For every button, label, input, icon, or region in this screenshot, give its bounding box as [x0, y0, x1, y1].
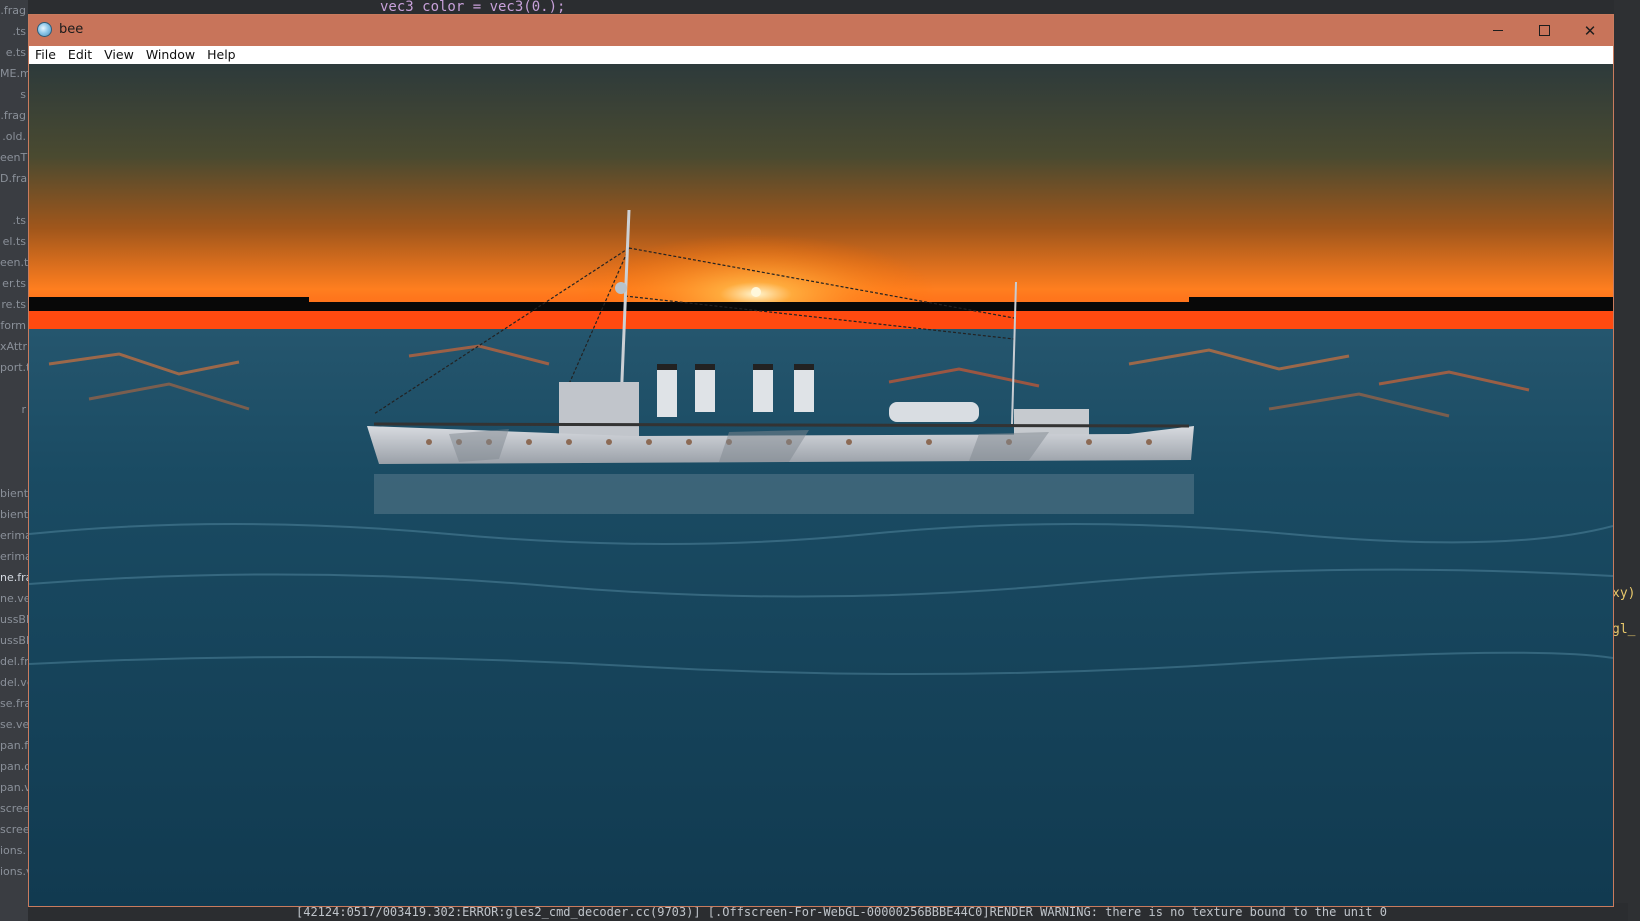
background-file-item: pan.ol [0, 760, 28, 773]
close-button[interactable]: ✕ [1567, 15, 1613, 46]
ocean-scene [29, 64, 1613, 906]
background-file-item: del.ve [0, 676, 28, 689]
background-file-item: erima [0, 529, 28, 542]
background-file-item: .old. [2, 130, 26, 143]
webgl-viewport[interactable] [29, 64, 1613, 906]
minimize-icon [1493, 30, 1503, 31]
menu-window[interactable]: Window [140, 46, 201, 64]
background-file-item [0, 441, 28, 462]
menu-file[interactable]: File [29, 46, 62, 64]
background-code-fragment: gl_ [1612, 622, 1636, 637]
menu-edit[interactable]: Edit [62, 46, 98, 64]
background-file-item: port.t [0, 361, 28, 374]
menu-help[interactable]: Help [201, 46, 242, 64]
background-file-item: se.fra [0, 697, 28, 710]
background-file-item: r [21, 403, 26, 416]
background-file-item: bient [0, 487, 28, 500]
background-file-list: .frag .ts e.ts ME.m s .frag .old. eenT D.fra .ts e… [0, 0, 28, 921]
background-file-item: s [20, 88, 26, 101]
bee-app-icon [37, 22, 52, 37]
background-file-item: ne.fra [0, 571, 28, 584]
background-file-item [0, 420, 28, 441]
background-file-item: een.t [0, 256, 28, 269]
background-file-item: del.fr [0, 655, 28, 668]
background-file-item: el.ts [2, 235, 26, 248]
background-file-item: re.ts [1, 298, 26, 311]
background-file-item: pan.ve [0, 781, 28, 794]
window-title: bee [59, 22, 84, 37]
background-file-item: bient [0, 508, 28, 521]
background-file-item: .ts [12, 214, 26, 227]
background-file-item: form [0, 319, 26, 332]
background-file-item: scree [0, 823, 28, 836]
background-file-item: ussBlu [0, 634, 28, 647]
background-file-item [0, 378, 28, 399]
background-file-item: ne.ve [0, 592, 28, 605]
background-file-item: se.ve [0, 718, 28, 731]
close-icon: ✕ [1583, 21, 1597, 40]
background-file-item: eenT [0, 151, 28, 164]
background-file-item: ions. [0, 844, 26, 857]
background-file-item: ussBlu [0, 613, 28, 626]
background-file-item: xAttr [0, 340, 27, 353]
maximize-icon [1538, 25, 1550, 36]
background-file-item: D.fra [0, 172, 28, 185]
background-file-item: e.ts [5, 46, 26, 59]
menu-view[interactable]: View [98, 46, 140, 64]
minimize-button[interactable] [1475, 15, 1521, 46]
title-bar[interactable]: bee ✕ [29, 15, 1613, 46]
background-code-fragment: xy) [1612, 586, 1636, 601]
background-file-item: scree [0, 802, 28, 815]
background-file-item: .frag [0, 109, 26, 122]
background-file-item: .ts [12, 25, 26, 38]
background-file-item: ions.vert [0, 865, 28, 878]
background-file-item [0, 189, 28, 210]
background-file-item: ME.m [0, 67, 28, 80]
background-code-line: vec3 color = vec3(0.); [380, 0, 566, 15]
background-file-item: pan.fr [0, 739, 28, 752]
app-window: bee ✕ File Edit View Window Help [28, 14, 1614, 907]
background-file-item: erima [0, 550, 28, 563]
background-file-item: .frag [0, 4, 26, 17]
background-right-panel [1614, 0, 1640, 921]
menu-bar: File Edit View Window Help [29, 46, 1613, 64]
maximize-button[interactable] [1521, 15, 1567, 46]
background-file-item [0, 462, 28, 483]
background-file-item: er.ts [2, 277, 26, 290]
